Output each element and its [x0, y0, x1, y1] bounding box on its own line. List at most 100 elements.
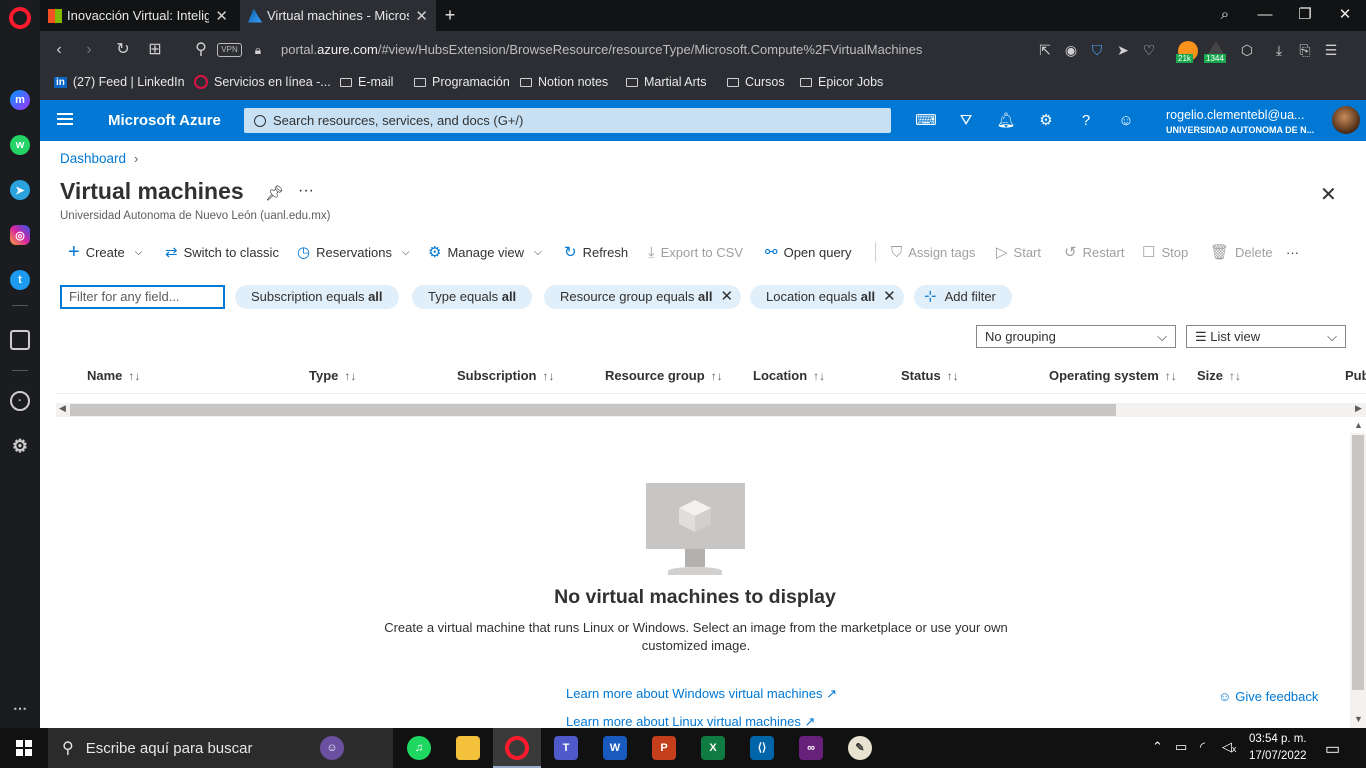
column-header-subscription[interactable]: Subscription ↑↓: [457, 368, 554, 383]
directory-filter-icon[interactable]: ⛛: [955, 110, 977, 132]
share-icon[interactable]: ⇱: [1036, 41, 1054, 59]
scroll-right-icon[interactable]: ▶: [1355, 403, 1362, 414]
global-search-input[interactable]: Search resources, services, and docs (G+…: [244, 108, 891, 133]
notifications-bell-icon[interactable]: 🔔︎: [995, 110, 1017, 132]
reload-icon[interactable]: ↻: [112, 40, 134, 60]
settings-gear-icon[interactable]: ⚙: [1035, 110, 1057, 132]
column-header-status[interactable]: Status ↑↓: [901, 368, 959, 383]
learn-windows-link[interactable]: Learn more about Windows virtual machine…: [566, 686, 837, 702]
help-icon[interactable]: ?: [1075, 110, 1097, 132]
word-icon[interactable]: W: [603, 736, 627, 760]
url-field[interactable]: portal.azure.com/#view/HubsExtension/Bro…: [281, 42, 922, 57]
browser-tab-active[interactable]: Virtual machines - Microsoft ✕: [240, 0, 436, 31]
messenger-icon[interactable]: m: [10, 90, 30, 110]
column-header-os[interactable]: Operating system ↑↓: [1049, 368, 1177, 383]
teams-icon[interactable]: T: [554, 736, 578, 760]
filter-pill-location[interactable]: Location equals all ✕: [750, 285, 904, 309]
filter-pill-resource-group[interactable]: Resource group equals all ✕: [544, 285, 742, 309]
export-csv-button[interactable]: ⤓ Export to CSV: [648, 242, 743, 262]
close-blade-icon[interactable]: ✕: [1320, 182, 1337, 207]
column-header-type[interactable]: Type ↑↓: [309, 368, 356, 383]
bookmark-martial-arts[interactable]: Martial Arts: [626, 75, 707, 89]
history-icon[interactable]: ·: [10, 391, 30, 411]
visual-studio-icon[interactable]: ∞: [799, 736, 823, 760]
bookmark-epicor[interactable]: Epicor Jobs: [800, 75, 883, 89]
portal-menu-icon[interactable]: [57, 113, 73, 125]
filter-input[interactable]: Filter for any field...: [60, 285, 225, 309]
cloud-shell-icon[interactable]: ⌨: [915, 110, 937, 132]
remove-filter-icon[interactable]: ✕: [721, 285, 734, 309]
spotify-icon[interactable]: ♫: [407, 736, 431, 760]
telegram-icon[interactable]: ➤: [10, 180, 30, 200]
tabs-grid-icon[interactable]: ⊞: [144, 40, 166, 60]
restart-button[interactable]: ↺ Restart: [1064, 242, 1124, 262]
minimize-icon[interactable]: —: [1253, 4, 1277, 26]
filter-pill-type[interactable]: Type equals all: [412, 285, 533, 309]
add-filter-button[interactable]: ⊹ Add filter: [914, 285, 1012, 309]
wifi-icon[interactable]: ◜: [1200, 739, 1205, 755]
filter-pill-subscription[interactable]: Subscription equals all: [235, 285, 399, 309]
restore-icon[interactable]: ❐: [1293, 4, 1317, 26]
switch-classic-button[interactable]: ⇄ Switch to classic: [165, 242, 279, 262]
battery-icon[interactable]: ▭: [1175, 739, 1187, 755]
opera-taskbar-icon[interactable]: [505, 736, 529, 760]
start-button[interactable]: ▷ Start: [996, 242, 1041, 262]
feedback-icon[interactable]: ☺: [1115, 110, 1137, 132]
bookmark-servicios[interactable]: Servicios en línea -...: [194, 75, 331, 89]
snapshot-icon[interactable]: ⎘: [1296, 41, 1314, 59]
tab-search-icon[interactable]: ⌕: [1213, 4, 1237, 26]
more-dots-icon[interactable]: ⋯: [10, 698, 30, 718]
whatsapp-icon[interactable]: w: [10, 135, 30, 155]
scroll-left-icon[interactable]: ◀: [59, 403, 66, 414]
new-tab-icon[interactable]: +: [438, 4, 462, 26]
windows-start-icon[interactable]: [16, 740, 32, 756]
excel-icon[interactable]: X: [701, 736, 725, 760]
bookmark-email[interactable]: E-mail: [340, 75, 393, 89]
clock-time[interactable]: 03:54 p. m.: [1249, 733, 1307, 745]
twitter-icon[interactable]: t: [10, 270, 30, 290]
close-tab-icon[interactable]: ✕: [215, 7, 228, 25]
settings-gear-icon[interactable]: ⚙: [10, 436, 30, 456]
give-feedback-link[interactable]: ☺ Give feedback: [1218, 689, 1318, 704]
grouping-dropdown[interactable]: No grouping ⌵: [976, 325, 1176, 348]
remove-filter-icon[interactable]: ✕: [883, 285, 896, 309]
refresh-button[interactable]: ↻ Refresh: [564, 242, 628, 262]
create-button[interactable]: + Create ⌵: [68, 241, 142, 263]
bookmark-cursos[interactable]: Cursos: [727, 75, 785, 89]
wallet-icon[interactable]: [10, 330, 30, 350]
browser-tab[interactable]: Inovacción Virtual: Inteligen ✕: [40, 0, 236, 31]
column-header-size[interactable]: Size ↑↓: [1197, 368, 1241, 383]
column-header-name[interactable]: Name ↑↓: [87, 368, 140, 383]
bookmark-programacion[interactable]: Programación: [414, 75, 510, 89]
camera-icon[interactable]: ◉: [1062, 41, 1080, 59]
vpn-badge[interactable]: VPN: [217, 43, 242, 57]
send-icon[interactable]: ➤: [1114, 41, 1132, 59]
scroll-up-icon[interactable]: ▲: [1354, 420, 1363, 430]
tray-chevron-up-icon[interactable]: ⌃: [1152, 739, 1163, 755]
azure-brand[interactable]: Microsoft Azure: [108, 112, 221, 129]
forward-icon[interactable]: ›: [78, 40, 100, 60]
user-org[interactable]: UNIVERSIDAD AUTONOMA DE N...: [1166, 125, 1314, 135]
open-query-button[interactable]: ⚯ Open query: [765, 242, 852, 262]
close-window-icon[interactable]: ✕: [1333, 4, 1357, 26]
reservations-button[interactable]: ◷ Reservations ⌵: [297, 242, 410, 262]
avatar[interactable]: [1332, 106, 1360, 134]
column-header-publisher[interactable]: Pub: [1345, 368, 1366, 383]
bookmark-notion[interactable]: Notion notes: [520, 75, 608, 89]
search-key-icon[interactable]: ⚲: [190, 40, 212, 60]
clock-date[interactable]: 17/07/2022: [1249, 750, 1307, 762]
adblock-shield-icon[interactable]: ⛉: [1088, 41, 1106, 59]
volume-muted-icon[interactable]: ◁ₓ: [1222, 739, 1236, 755]
pin-icon[interactable]: 📌︎: [265, 184, 284, 202]
scroll-down-icon[interactable]: ▼: [1354, 714, 1363, 724]
more-options-icon[interactable]: ···: [298, 182, 314, 200]
more-commands-icon[interactable]: ···: [1286, 242, 1299, 262]
assign-tags-button[interactable]: ⛉ Assign tags: [891, 242, 975, 262]
widgets-icon[interactable]: ☺: [320, 736, 344, 760]
heart-icon[interactable]: ♡: [1140, 41, 1158, 59]
bookmark-linkedin[interactable]: in (27) Feed | LinkedIn: [54, 75, 185, 89]
horizontal-scroll-thumb[interactable]: [70, 404, 1116, 416]
stop-button[interactable]: ☐ Stop: [1142, 242, 1188, 262]
column-header-resource-group[interactable]: Resource group ↑↓: [605, 368, 723, 383]
back-icon[interactable]: ‹: [48, 40, 70, 60]
